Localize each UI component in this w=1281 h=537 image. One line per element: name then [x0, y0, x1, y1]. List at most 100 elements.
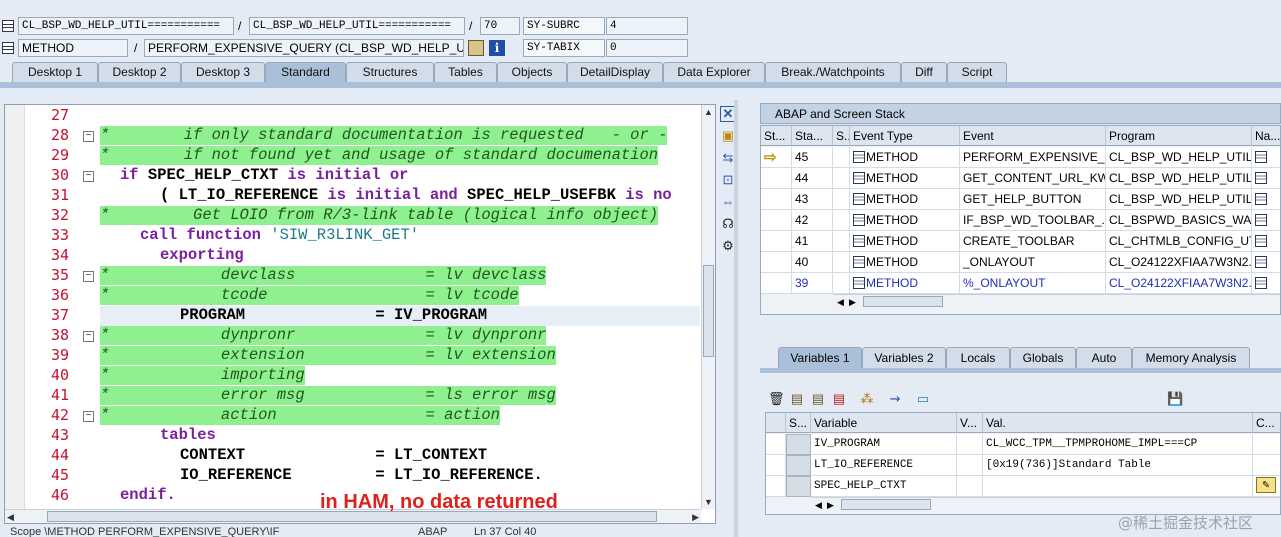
scroll-thumb[interactable] — [703, 265, 714, 357]
pane-divider[interactable] — [734, 100, 738, 537]
tree-icon[interactable]: ⁂ — [859, 391, 875, 407]
stack-event[interactable]: IF_BSP_WD_TOOLBAR_... — [960, 210, 1106, 231]
tab-structures[interactable]: Structures — [346, 62, 434, 82]
line-number-field[interactable]: 70 — [480, 17, 520, 35]
navigate-icon[interactable]: ⇝ — [887, 391, 903, 407]
tab-variables-2[interactable]: Variables 2 — [862, 347, 946, 368]
stack-event-type[interactable]: METHOD — [850, 189, 960, 210]
stack-program[interactable]: CL_O24122XFIAA7W3N2... — [1106, 273, 1252, 294]
navigate-source-icon[interactable] — [1255, 151, 1267, 163]
save-icon[interactable]: 💾 — [1167, 391, 1183, 407]
scroll-right-icon[interactable]: ▶ — [849, 295, 856, 309]
fold-toggle-icon[interactable]: − — [83, 131, 94, 142]
stack-level[interactable]: 41 — [792, 231, 833, 252]
tab-desktop-1[interactable]: Desktop 1 — [12, 62, 98, 82]
stack-column-header[interactable]: St... — [761, 126, 792, 146]
tab-desktop-3[interactable]: Desktop 3 — [181, 62, 265, 82]
tab-data-explorer[interactable]: Data Explorer — [663, 62, 765, 82]
class-field-2[interactable]: CL_BSP_WD_HELP_UTIL=========== — [249, 17, 465, 35]
fold-toggle-icon[interactable]: − — [83, 411, 94, 422]
stack-event[interactable]: GET_HELP_BUTTON — [960, 189, 1106, 210]
stack-column-header[interactable]: S... — [833, 126, 850, 146]
event-kind-field[interactable]: METHOD — [18, 39, 128, 57]
stack-event-type[interactable]: METHOD — [850, 210, 960, 231]
tab-diff[interactable]: Diff — [901, 62, 947, 82]
stack-program[interactable]: CL_BSPWD_BASICS_WA... — [1106, 210, 1252, 231]
navigate-source-icon[interactable] — [1255, 193, 1267, 205]
stack-event[interactable]: _ONLAYOUT — [960, 252, 1106, 273]
stack-column-header[interactable]: Na... — [1252, 126, 1280, 146]
export-icon[interactable]: ▤ — [810, 391, 826, 407]
method-field[interactable]: PERFORM_EXPENSIVE_QUERY (CL_BSP_WD_HELP_… — [144, 39, 464, 57]
scroll-left-icon[interactable]: ◀ — [815, 498, 822, 512]
stack-column-header[interactable]: Sta... — [792, 126, 833, 146]
tab-objects[interactable]: Objects — [497, 62, 567, 82]
variables-column-header[interactable]: C... — [1253, 413, 1280, 433]
variable-name[interactable]: IV_PROGRAM — [811, 434, 957, 455]
vertical-scrollbar[interactable]: ▲ ▼ — [701, 105, 715, 509]
fold-toggle-icon[interactable]: − — [83, 271, 94, 282]
stack-program[interactable]: CL_BSP_WD_HELP_UTIL... — [1106, 189, 1252, 210]
fold-toggle-icon[interactable]: − — [83, 331, 94, 342]
tab-variables-1[interactable]: Variables 1 — [778, 347, 862, 368]
scroll-left-icon[interactable]: ◀ — [7, 510, 14, 523]
import-icon[interactable]: ▤ — [789, 391, 805, 407]
row-selector[interactable] — [786, 455, 811, 476]
delete-icon[interactable]: 🗑 — [768, 391, 785, 407]
variables-column-header[interactable]: V... — [957, 413, 983, 433]
stack-level[interactable]: 44 — [792, 168, 833, 189]
stack-level[interactable]: 40 — [792, 252, 833, 273]
navigate-source-icon[interactable] — [1255, 277, 1267, 289]
navigate-source-icon[interactable] — [1255, 214, 1267, 226]
variable-name[interactable]: LT_IO_REFERENCE — [811, 455, 957, 476]
stack-event-type[interactable]: METHOD — [850, 168, 960, 189]
navigate-source-icon[interactable] — [1255, 256, 1267, 268]
navigate-source-icon[interactable] — [1255, 235, 1267, 247]
tab-desktop-2[interactable]: Desktop 2 — [98, 62, 181, 82]
variables-column-header[interactable]: Val. — [983, 413, 1253, 433]
stack-event-type[interactable]: METHOD — [850, 273, 960, 294]
stack-level[interactable]: 42 — [792, 210, 833, 231]
scroll-right-icon[interactable]: ▶ — [827, 498, 834, 512]
stack-event-type[interactable]: METHOD — [850, 231, 960, 252]
stack-event[interactable]: %_ONLAYOUT — [960, 273, 1106, 294]
tab-locals[interactable]: Locals — [946, 347, 1010, 368]
variable-value[interactable] — [983, 476, 1253, 497]
scroll-left-icon[interactable]: ◀ — [837, 295, 844, 309]
stack-program[interactable]: CL_BSP_WD_HELP_UTIL... — [1106, 168, 1252, 189]
folder-icon[interactable]: ▭ — [915, 391, 931, 407]
display-source-icon[interactable] — [468, 40, 484, 56]
stack-column-header[interactable]: Event Type — [850, 126, 960, 146]
tab-script[interactable]: Script — [947, 62, 1007, 82]
row-selector[interactable] — [786, 434, 811, 455]
stack-event[interactable]: CREATE_TOOLBAR — [960, 231, 1106, 252]
sy-tabix-value[interactable]: 0 — [606, 39, 688, 57]
stack-level[interactable]: 43 — [792, 189, 833, 210]
variable-value[interactable]: [0x19(736)]Standard Table — [983, 455, 1253, 476]
scroll-right-icon[interactable]: ▶ — [692, 510, 699, 523]
scroll-thumb-h[interactable] — [841, 499, 931, 510]
tab-standard[interactable]: Standard — [265, 62, 346, 82]
stack-level[interactable]: 39 — [792, 273, 833, 294]
variables-horizontal-scrollbar[interactable]: ◀ ▶ — [811, 497, 1280, 512]
edit-pencil-icon[interactable]: ✎ — [1256, 477, 1276, 493]
class-field-1[interactable]: CL_BSP_WD_HELP_UTIL=========== — [18, 17, 234, 35]
stack-program[interactable]: CL_CHTMLB_CONFIG_UT... — [1106, 231, 1252, 252]
info-icon[interactable]: i — [489, 40, 505, 56]
scroll-up-icon[interactable]: ▲ — [702, 105, 715, 119]
variable-value[interactable]: CL_WCC_TPM__TPMPROHOME_IMPL===CP — [983, 434, 1253, 455]
stack-horizontal-scrollbar[interactable]: ◀ ▶ — [833, 294, 1280, 309]
tab-auto[interactable]: Auto — [1076, 347, 1132, 368]
stack-event-type[interactable]: METHOD — [850, 252, 960, 273]
stack-column-header[interactable]: Event — [960, 126, 1106, 146]
navigate-source-icon[interactable] — [1255, 172, 1267, 184]
stack-program[interactable]: CL_BSP_WD_HELP_UTIL... — [1106, 147, 1252, 168]
stack-program[interactable]: CL_O24122XFIAA7W3N2... — [1106, 252, 1252, 273]
tab-memory-analysis[interactable]: Memory Analysis — [1132, 347, 1250, 368]
stack-event[interactable]: PERFORM_EXPENSIVE_Q... — [960, 147, 1106, 168]
stack-event[interactable]: GET_CONTENT_URL_KW — [960, 168, 1106, 189]
source-code-editor[interactable]: 27 28− * if only standard documentation is… — [4, 104, 716, 524]
sy-subrc-value[interactable]: 4 — [606, 17, 688, 35]
variables-column-header[interactable] — [766, 413, 786, 433]
stack-column-header[interactable]: Program — [1106, 126, 1252, 146]
